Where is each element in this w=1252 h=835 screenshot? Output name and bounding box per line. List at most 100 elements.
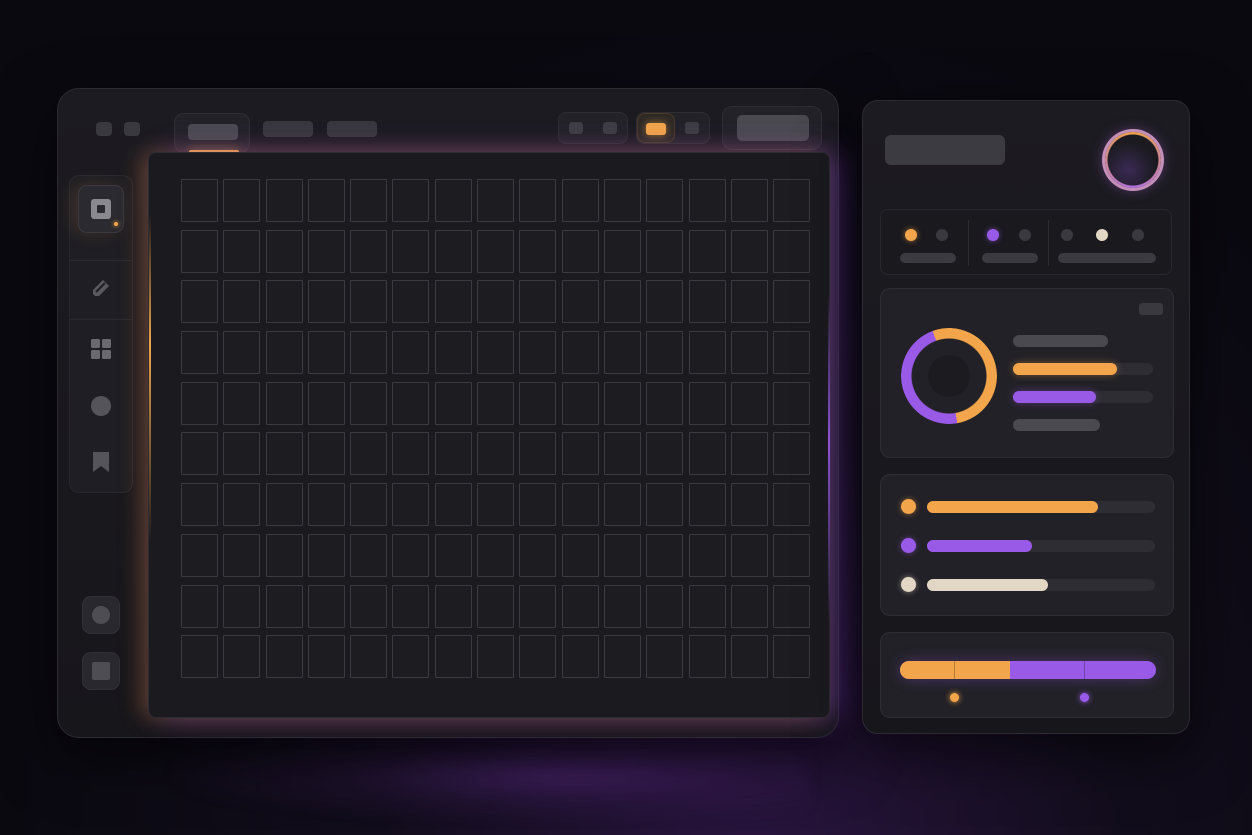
grid-cell[interactable] <box>350 432 388 476</box>
grid-cell[interactable] <box>223 483 261 527</box>
grid-cell[interactable] <box>773 280 811 324</box>
grid-cell[interactable] <box>519 179 557 222</box>
view-tool-button[interactable] <box>569 122 583 134</box>
window-control-button[interactable] <box>124 122 140 136</box>
grid-cell[interactable] <box>646 584 684 628</box>
grid-cell[interactable] <box>477 229 515 273</box>
grid-cell[interactable] <box>434 280 472 324</box>
grid-cell[interactable] <box>434 483 472 527</box>
grid-cell[interactable] <box>730 584 768 628</box>
grid-cell[interactable] <box>603 483 641 527</box>
window-control-button[interactable] <box>96 122 112 136</box>
grid-cell[interactable] <box>307 280 345 324</box>
grid-cell[interactable] <box>265 381 303 425</box>
grid-cell[interactable] <box>477 179 515 222</box>
grid-cell[interactable] <box>223 635 261 679</box>
tab-active[interactable] <box>174 113 250 154</box>
grid-cell[interactable] <box>773 584 811 628</box>
tab-2[interactable] <box>263 121 313 137</box>
avatar[interactable] <box>1105 132 1161 188</box>
grid-cell[interactable] <box>223 432 261 476</box>
grid-cell[interactable] <box>477 331 515 375</box>
grid-cell[interactable] <box>392 331 430 375</box>
grid-cell[interactable] <box>350 229 388 273</box>
grid-cell[interactable] <box>265 432 303 476</box>
grid-cell[interactable] <box>603 381 641 425</box>
grid-cell[interactable] <box>434 432 472 476</box>
grid-cell[interactable] <box>646 179 684 222</box>
grid-cell[interactable] <box>181 280 218 324</box>
grid-cell[interactable] <box>603 179 641 222</box>
grid-cell[interactable] <box>773 432 811 476</box>
grid-cell[interactable] <box>223 533 261 577</box>
grid-cell[interactable] <box>181 381 218 425</box>
grid-cell[interactable] <box>688 483 726 527</box>
grid-cell[interactable] <box>519 635 557 679</box>
grid-cell[interactable] <box>181 179 218 222</box>
grid-cell[interactable] <box>561 229 599 273</box>
sidebar-item-shapes[interactable] <box>70 378 132 434</box>
grid-cell[interactable] <box>307 381 345 425</box>
grid-cell[interactable] <box>561 381 599 425</box>
grid-cell[interactable] <box>773 381 811 425</box>
grid-cell[interactable] <box>477 584 515 628</box>
grid-cell[interactable] <box>392 635 430 679</box>
grid-cell[interactable] <box>519 280 557 324</box>
grid-cell[interactable] <box>688 584 726 628</box>
sidebar-item-draw[interactable] <box>70 260 132 316</box>
grid-cell[interactable] <box>730 381 768 425</box>
range-slider[interactable] <box>900 661 1156 679</box>
grid-cell[interactable] <box>392 533 430 577</box>
grid-cell[interactable] <box>730 432 768 476</box>
mode-tool-button[interactable] <box>685 122 699 134</box>
grid-cell[interactable] <box>350 584 388 628</box>
grid-cell[interactable] <box>181 483 218 527</box>
grid-cell[interactable] <box>392 381 430 425</box>
grid-cell[interactable] <box>730 331 768 375</box>
grid-cell[interactable] <box>392 179 430 222</box>
grid-cell[interactable] <box>773 635 811 679</box>
grid-cell[interactable] <box>434 533 472 577</box>
grid-canvas[interactable] <box>148 152 830 718</box>
grid-cell[interactable] <box>477 483 515 527</box>
grid-cell[interactable] <box>350 483 388 527</box>
grid-cell[interactable] <box>434 229 472 273</box>
grid-cell[interactable] <box>223 229 261 273</box>
grid-cell[interactable] <box>392 280 430 324</box>
grid-cell[interactable] <box>688 533 726 577</box>
grid-cell[interactable] <box>603 533 641 577</box>
grid-cell[interactable] <box>646 229 684 273</box>
grid-cell[interactable] <box>603 432 641 476</box>
grid-cell[interactable] <box>265 229 303 273</box>
grid-cell[interactable] <box>434 331 472 375</box>
grid-cell[interactable] <box>181 331 218 375</box>
sidebar-bottom-button[interactable] <box>82 596 120 634</box>
grid-cell[interactable] <box>730 483 768 527</box>
view-tool-button[interactable] <box>603 122 617 134</box>
grid-cell[interactable] <box>223 584 261 628</box>
grid-cell[interactable] <box>603 229 641 273</box>
grid-cell[interactable] <box>392 584 430 628</box>
grid-cell[interactable] <box>265 635 303 679</box>
range-handle[interactable] <box>950 693 959 702</box>
grid-cell[interactable] <box>773 331 811 375</box>
grid-cell[interactable] <box>392 483 430 527</box>
range-handle[interactable] <box>1080 693 1089 702</box>
grid-cell[interactable] <box>603 584 641 628</box>
sidebar-item-bookmarks[interactable] <box>70 434 132 490</box>
sidebar-item-components[interactable] <box>70 321 132 377</box>
grid-cell[interactable] <box>603 635 641 679</box>
grid-cell[interactable] <box>519 483 557 527</box>
grid-cell[interactable] <box>477 635 515 679</box>
grid-cell[interactable] <box>350 635 388 679</box>
grid-cell[interactable] <box>519 432 557 476</box>
grid-cell[interactable] <box>307 331 345 375</box>
grid-cell[interactable] <box>350 533 388 577</box>
grid-cell[interactable] <box>773 483 811 527</box>
grid-cell[interactable] <box>265 584 303 628</box>
grid-cell[interactable] <box>561 483 599 527</box>
grid-cell[interactable] <box>307 179 345 222</box>
grid-cell[interactable] <box>265 483 303 527</box>
grid-cell[interactable] <box>350 280 388 324</box>
grid-cell[interactable] <box>477 432 515 476</box>
